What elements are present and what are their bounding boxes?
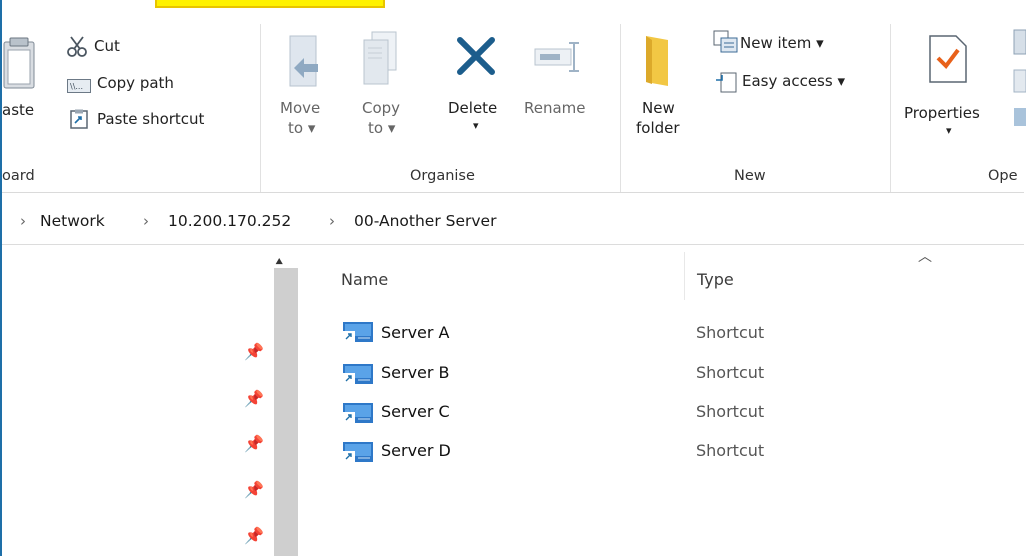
group-divider (260, 24, 261, 192)
nav-scrollbar[interactable] (274, 268, 298, 556)
ribbon: aste Cut \\... Copy path Paste shortcut … (2, 8, 1026, 194)
pin-icon[interactable]: 📌 (244, 342, 264, 361)
copy-to-label-2[interactable]: to ▾ (368, 119, 395, 137)
ribbon-bottom-border (2, 192, 1024, 193)
cut-button[interactable]: Cut (94, 37, 120, 55)
scissors-icon (66, 36, 88, 62)
file-name[interactable]: Server D (381, 441, 451, 460)
new-item-icon (713, 30, 739, 58)
new-item-button[interactable]: New item ▾ (740, 34, 824, 52)
chevron-right-icon[interactable]: › (143, 212, 149, 230)
copy-path-icon: \\... (67, 78, 91, 97)
move-to-icon (286, 34, 322, 92)
shortcut-icon (342, 321, 374, 343)
pin-icon[interactable]: 📌 (244, 526, 264, 545)
organise-group-label: Organise (410, 168, 475, 184)
paste-shortcut-icon (70, 109, 88, 133)
copy-to-icon (362, 30, 398, 90)
delete-icon[interactable] (454, 34, 498, 82)
chevron-right-icon[interactable]: › (20, 212, 26, 230)
file-name[interactable]: Server B (381, 363, 450, 382)
file-type: Shortcut (696, 441, 765, 460)
move-to-label-2[interactable]: to ▾ (288, 119, 315, 137)
column-divider[interactable] (684, 252, 685, 300)
column-header-type[interactable]: Type (697, 270, 734, 289)
file-type: Shortcut (696, 363, 765, 382)
copy-path-button[interactable]: Copy path (97, 74, 174, 92)
open-group-label: Ope (988, 168, 1018, 184)
paste-button-label[interactable]: aste (2, 101, 34, 119)
breadcrumb-ip[interactable]: 10.200.170.252 (168, 212, 291, 230)
new-folder-label-1[interactable]: New (642, 99, 675, 117)
properties-caret-icon[interactable]: ▾ (946, 124, 952, 137)
pin-icon[interactable]: 📌 (244, 389, 264, 408)
easy-access-icon (714, 70, 738, 98)
column-header-name[interactable]: Name (341, 270, 388, 289)
highlight-marker (155, 0, 385, 8)
address-bar[interactable]: › Network › 10.200.170.252 › 00-Another … (2, 196, 1024, 245)
file-name[interactable]: Server A (381, 323, 450, 342)
delete-button[interactable]: Delete (448, 99, 497, 117)
rename-icon (534, 42, 582, 76)
clipboard-group-label: oard (2, 168, 35, 184)
paste-icon[interactable] (2, 36, 36, 94)
rename-button[interactable]: Rename (524, 99, 586, 117)
shortcut-icon (342, 402, 374, 424)
properties-button[interactable]: Properties (904, 104, 980, 122)
group-divider (620, 24, 621, 192)
easy-access-button[interactable]: Easy access ▾ (742, 72, 845, 90)
shortcut-icon (342, 363, 374, 385)
move-to-label-1[interactable]: Move (280, 99, 320, 117)
pin-icon[interactable]: 📌 (244, 434, 264, 453)
pin-icon[interactable]: 📌 (244, 480, 264, 499)
file-type: Shortcut (696, 323, 765, 342)
sort-caret-icon: ︿ (918, 249, 932, 265)
chevron-right-icon[interactable]: › (329, 212, 335, 230)
delete-caret-icon[interactable]: ▾ (473, 119, 479, 132)
group-divider (890, 24, 891, 192)
new-group-label: New (734, 168, 766, 184)
properties-icon[interactable] (928, 34, 968, 88)
new-folder-icon[interactable] (642, 34, 672, 92)
file-type: Shortcut (696, 402, 765, 421)
new-folder-label-2[interactable]: folder (636, 119, 680, 137)
breadcrumb-folder[interactable]: 00-Another Server (354, 212, 496, 230)
breadcrumb-network[interactable]: Network (40, 212, 105, 230)
paste-shortcut-button[interactable]: Paste shortcut (97, 110, 204, 128)
file-name[interactable]: Server C (381, 402, 450, 421)
svg-text:\\...: \\... (70, 82, 83, 91)
copy-to-label-1[interactable]: Copy (362, 99, 400, 117)
open-partial-icon (1012, 28, 1026, 132)
shortcut-icon (342, 441, 374, 463)
